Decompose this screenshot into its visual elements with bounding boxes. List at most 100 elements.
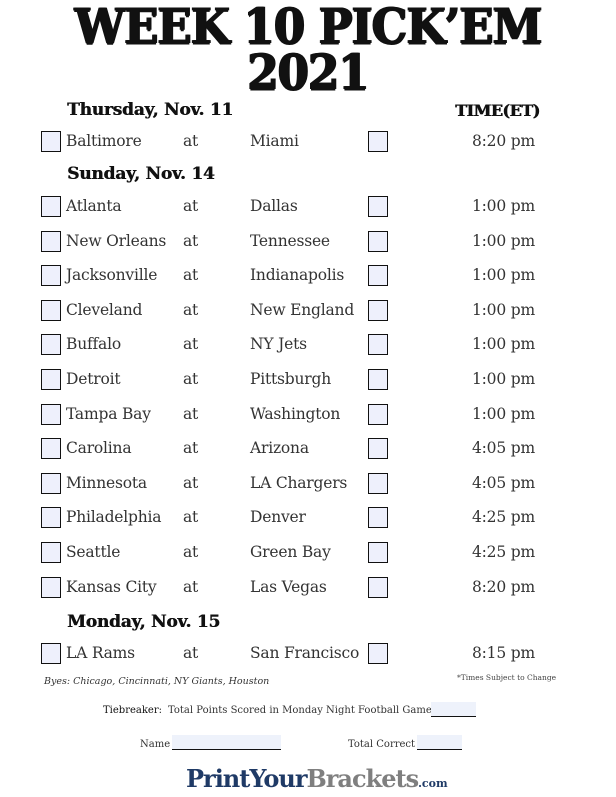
home-team: Tennessee [250, 232, 330, 250]
game-time: 4:05 pm [472, 439, 535, 457]
name-input[interactable] [172, 735, 281, 750]
home-team: Pittsburgh [250, 370, 332, 388]
game-time: 4:25 pm [472, 543, 535, 561]
game-row: Tampa Bay at Washington 1:00 pm [0, 404, 616, 428]
byes-note: Byes: Chicago, Cincinnati, NY Giants, Ho… [44, 676, 270, 687]
total-correct-input[interactable] [417, 735, 462, 750]
pick-away-checkbox[interactable] [41, 334, 61, 355]
game-row: Atlanta at Dallas 1:00 pm [0, 196, 616, 220]
pick-home-checkbox[interactable] [368, 369, 388, 390]
at-label: at [183, 335, 199, 353]
at-label: at [183, 543, 199, 561]
pick-away-checkbox[interactable] [41, 473, 61, 494]
at-label: at [183, 301, 199, 319]
pick-away-checkbox[interactable] [41, 369, 61, 390]
pick-home-checkbox[interactable] [368, 577, 388, 598]
home-team: NY Jets [250, 335, 307, 353]
game-time: 1:00 pm [472, 405, 535, 423]
home-team: Indianapolis [250, 266, 345, 284]
at-label: at [183, 266, 199, 284]
home-team: Washington [250, 405, 341, 423]
away-team: Philadelphia [66, 508, 162, 526]
pick-away-checkbox[interactable] [41, 438, 61, 459]
away-team: LA Rams [66, 644, 135, 662]
pick-away-checkbox[interactable] [41, 265, 61, 286]
pick-away-checkbox[interactable] [41, 231, 61, 252]
pick-home-checkbox[interactable] [368, 231, 388, 252]
away-team: Baltimore [66, 132, 142, 150]
pick-home-checkbox[interactable] [368, 473, 388, 494]
game-row: Seattle at Green Bay 4:25 pm [0, 542, 616, 566]
game-time: 1:00 pm [472, 370, 535, 388]
pick-away-checkbox[interactable] [41, 577, 61, 598]
at-label: at [183, 232, 199, 250]
printyourbrackets-logo[interactable]: PrintYourBrackets.com [186, 764, 448, 793]
home-team: Green Bay [250, 543, 331, 561]
home-team: Dallas [250, 197, 298, 215]
away-team: Cleveland [66, 301, 143, 319]
game-time: 1:00 pm [472, 266, 535, 284]
pick-home-checkbox[interactable] [368, 542, 388, 563]
at-label: at [183, 644, 199, 662]
pick-home-checkbox[interactable] [368, 265, 388, 286]
pick-home-checkbox[interactable] [368, 300, 388, 321]
pick-home-checkbox[interactable] [368, 131, 388, 152]
away-team: Atlanta [66, 197, 122, 215]
tiebreaker-text: Total Points Scored in Monday Night Foot… [168, 705, 432, 716]
game-row: Detroit at Pittsburgh 1:00 pm [0, 369, 616, 393]
home-team: New England [250, 301, 355, 319]
game-time: 1:00 pm [472, 301, 535, 319]
away-team: Minnesota [66, 474, 147, 492]
pick-home-checkbox[interactable] [368, 643, 388, 664]
day-header-sunday: Sunday, Nov. 14 [67, 164, 215, 184]
tiebreaker-label: Tiebreaker: [103, 705, 162, 716]
home-team: Denver [250, 508, 306, 526]
pick-home-checkbox[interactable] [368, 438, 388, 459]
pick-away-checkbox[interactable] [41, 404, 61, 425]
home-team: San Francisco [250, 644, 360, 662]
pick-away-checkbox[interactable] [41, 507, 61, 528]
home-team: Las Vegas [250, 578, 327, 596]
page-title-year: 2021 [247, 43, 369, 102]
game-time: 8:15 pm [472, 644, 535, 662]
at-label: at [183, 474, 199, 492]
pick-home-checkbox[interactable] [368, 334, 388, 355]
tiebreaker-input[interactable] [431, 702, 476, 717]
game-time: 1:00 pm [472, 335, 535, 353]
home-team: Miami [250, 132, 299, 150]
pick-home-checkbox[interactable] [368, 507, 388, 528]
away-team: Kansas City [66, 578, 157, 596]
game-row: Baltimore at Miami 8:20 pm [0, 131, 616, 155]
at-label: at [183, 508, 199, 526]
game-time: 4:25 pm [472, 508, 535, 526]
pick-away-checkbox[interactable] [41, 542, 61, 563]
at-label: at [183, 439, 199, 457]
pick-away-checkbox[interactable] [41, 196, 61, 217]
pick-home-checkbox[interactable] [368, 404, 388, 425]
at-label: at [183, 132, 199, 150]
away-team: Jacksonville [66, 266, 158, 284]
away-team: Carolina [66, 439, 132, 457]
game-time: 4:05 pm [472, 474, 535, 492]
game-time: 1:00 pm [472, 232, 535, 250]
game-row: Kansas City at Las Vegas 8:20 pm [0, 577, 616, 601]
game-row: Carolina at Arizona 4:05 pm [0, 438, 616, 462]
pick-away-checkbox[interactable] [41, 643, 61, 664]
day-header-thursday: Thursday, Nov. 11 [67, 100, 234, 120]
pick-away-checkbox[interactable] [41, 131, 61, 152]
at-label: at [183, 197, 199, 215]
game-row: Philadelphia at Denver 4:25 pm [0, 507, 616, 531]
day-header-monday: Monday, Nov. 15 [67, 612, 221, 632]
game-row: Buffalo at NY Jets 1:00 pm [0, 334, 616, 358]
home-team: LA Chargers [250, 474, 348, 492]
away-team: Tampa Bay [66, 405, 151, 423]
game-row: Jacksonville at Indianapolis 1:00 pm [0, 265, 616, 289]
away-team: New Orleans [66, 232, 167, 250]
pick-home-checkbox[interactable] [368, 196, 388, 217]
game-time: 8:20 pm [472, 132, 535, 150]
total-correct-label: Total Correct [348, 739, 416, 750]
away-team: Seattle [66, 543, 121, 561]
game-row: New Orleans at Tennessee 1:00 pm [0, 231, 616, 255]
game-row: Cleveland at New England 1:00 pm [0, 300, 616, 324]
pick-away-checkbox[interactable] [41, 300, 61, 321]
